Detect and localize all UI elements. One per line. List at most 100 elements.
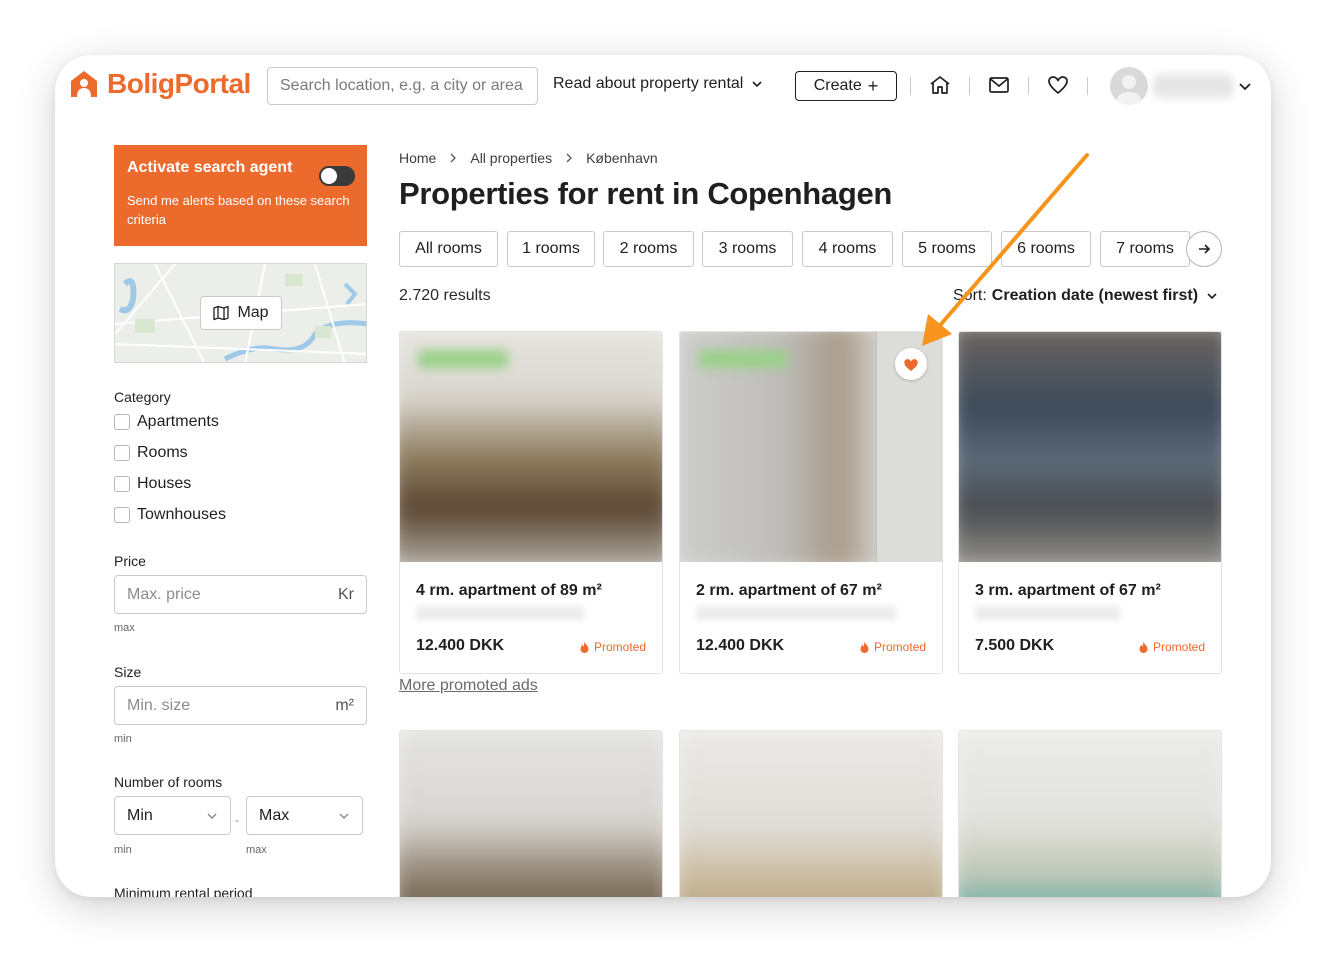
listing-card[interactable] bbox=[679, 730, 943, 897]
filter-7-rooms[interactable]: 7 rooms bbox=[1100, 231, 1190, 267]
toggle-knob bbox=[321, 168, 337, 184]
filter-2-rooms[interactable]: 2 rooms bbox=[603, 231, 694, 267]
listing-price: 12.400 DKK bbox=[416, 637, 505, 654]
checkbox[interactable] bbox=[114, 414, 130, 430]
listing-image[interactable] bbox=[400, 731, 662, 897]
flame-icon bbox=[860, 641, 869, 653]
breadcrumb: Home All properties København bbox=[399, 150, 658, 166]
arrow-right-icon bbox=[1199, 244, 1211, 254]
listing-card[interactable] bbox=[958, 730, 1222, 897]
listing-title: 2 rm. apartment of 67 m² bbox=[696, 582, 882, 599]
rental-period-label: Minimum rental period bbox=[114, 885, 253, 897]
filters-next-button[interactable] bbox=[1186, 231, 1222, 267]
sort-value: Creation date (newest first) bbox=[991, 287, 1199, 304]
category-apartments[interactable]: Apartments bbox=[114, 413, 219, 431]
read-about-menu[interactable]: Read about property rental bbox=[553, 75, 763, 93]
checkbox-label: Houses bbox=[137, 475, 192, 492]
heart-filled-icon bbox=[904, 358, 918, 371]
chevron-down-icon bbox=[207, 813, 217, 819]
listing-image[interactable] bbox=[959, 731, 1221, 897]
filter-5-rooms[interactable]: 5 rooms bbox=[902, 231, 992, 267]
rooms-min-select[interactable]: Min bbox=[114, 796, 231, 835]
home-icon[interactable] bbox=[928, 73, 952, 97]
max-price-placeholder: Max. price bbox=[127, 585, 201, 603]
category-townhouses[interactable]: Townhouses bbox=[114, 506, 226, 524]
listing-card[interactable]: 4 rm. apartment of 89 m² 12.400 DKK Prom… bbox=[399, 331, 663, 674]
chevron-down-icon bbox=[339, 813, 349, 819]
search-agent-subtitle: Send me alerts based on these search cri… bbox=[127, 193, 350, 227]
avatar[interactable] bbox=[1110, 67, 1148, 105]
listing-badge-blurred bbox=[418, 350, 508, 368]
price-label: Price bbox=[114, 553, 146, 569]
listing-title: 3 rm. apartment of 67 m² bbox=[975, 582, 1161, 599]
map-button-label: Map bbox=[237, 304, 269, 321]
page-title: Properties for rent in Copenhagen bbox=[399, 176, 893, 211]
listing-address-blurred bbox=[975, 606, 1120, 620]
sort-label: Sort: bbox=[953, 287, 987, 304]
read-about-label: Read about property rental bbox=[553, 75, 744, 92]
price-unit: Kr bbox=[338, 585, 354, 603]
filter-3-rooms[interactable]: 3 rooms bbox=[702, 231, 793, 267]
plus-icon: + bbox=[867, 76, 879, 96]
listing-title: 4 rm. apartment of 89 m² bbox=[416, 582, 602, 599]
house-logo-icon bbox=[71, 71, 97, 97]
listing-card[interactable] bbox=[399, 730, 663, 897]
checkbox-label: Townhouses bbox=[137, 506, 226, 523]
breadcrumb-home[interactable]: Home bbox=[399, 150, 436, 166]
checkbox-label: Apartments bbox=[137, 413, 219, 430]
listing-image[interactable] bbox=[959, 332, 1221, 562]
search-input[interactable] bbox=[267, 67, 538, 105]
category-label: Category bbox=[114, 389, 171, 405]
rooms-label: Number of rooms bbox=[114, 774, 223, 790]
listing-image[interactable] bbox=[680, 731, 942, 897]
filter-1-rooms[interactable]: 1 rooms bbox=[507, 231, 595, 267]
chevron-down-icon bbox=[752, 81, 762, 88]
heart-icon[interactable] bbox=[1046, 73, 1070, 97]
listing-price: 7.500 DKK bbox=[975, 637, 1055, 654]
listing-card[interactable]: 3 rm. apartment of 67 m² 7.500 DKK Promo… bbox=[958, 331, 1222, 674]
size-label: Size bbox=[114, 664, 142, 680]
chevron-down-icon[interactable] bbox=[1238, 79, 1252, 93]
listing-address-blurred bbox=[416, 606, 584, 620]
divider bbox=[969, 77, 970, 95]
breadcrumb-all-properties[interactable]: All properties bbox=[470, 150, 552, 166]
checkbox[interactable] bbox=[114, 507, 130, 523]
checkbox[interactable] bbox=[114, 476, 130, 492]
search-agent-panel: Activate search agent Send me alerts bas… bbox=[114, 145, 367, 246]
filter-6-rooms[interactable]: 6 rooms bbox=[1001, 231, 1091, 267]
sort-dropdown[interactable]: Sort: Creation date (newest first) bbox=[953, 287, 1218, 305]
checkbox-label: Rooms bbox=[137, 444, 188, 461]
more-promoted-ads-link[interactable]: More promoted ads bbox=[399, 677, 538, 695]
listing-image[interactable] bbox=[400, 332, 662, 562]
user-name-blurred bbox=[1153, 74, 1233, 98]
logo-text: BoligPortal bbox=[107, 68, 251, 99]
rooms-min-hint: min bbox=[114, 844, 132, 856]
map-button[interactable]: Map bbox=[200, 296, 282, 330]
site-header: BoligPortal Read about property rental C… bbox=[55, 55, 1271, 119]
promoted-badge: Promoted bbox=[860, 640, 926, 654]
map-preview[interactable]: Map bbox=[114, 263, 367, 363]
category-houses[interactable]: Houses bbox=[114, 475, 191, 493]
size-hint: min bbox=[114, 733, 132, 745]
min-size-field[interactable]: Min. size m² bbox=[114, 686, 367, 725]
promoted-badge: Promoted bbox=[580, 640, 646, 654]
results-count: 2.720 results bbox=[399, 287, 491, 304]
mail-icon[interactable] bbox=[987, 73, 1011, 97]
category-rooms[interactable]: Rooms bbox=[114, 444, 188, 462]
flame-icon bbox=[580, 641, 589, 653]
promoted-label: Promoted bbox=[593, 640, 646, 654]
filter-4-rooms[interactable]: 4 rooms bbox=[802, 231, 893, 267]
max-price-field[interactable]: Max. price Kr bbox=[114, 575, 367, 614]
listing-card[interactable]: 2 rm. apartment of 67 m² 12.400 DKK Prom… bbox=[679, 331, 943, 674]
promoted-label: Promoted bbox=[1152, 640, 1205, 654]
logo[interactable]: BoligPortal bbox=[69, 67, 251, 101]
search-agent-toggle[interactable] bbox=[319, 166, 355, 186]
checkbox[interactable] bbox=[114, 445, 130, 461]
price-hint: max bbox=[114, 622, 135, 634]
rooms-max-select[interactable]: Max bbox=[246, 796, 363, 835]
favorite-button[interactable] bbox=[895, 348, 927, 380]
create-label: Create bbox=[813, 77, 862, 94]
filter-all-rooms[interactable]: All rooms bbox=[399, 231, 498, 267]
breadcrumb-current[interactable]: København bbox=[586, 150, 658, 166]
create-button[interactable]: Create + bbox=[795, 71, 897, 101]
